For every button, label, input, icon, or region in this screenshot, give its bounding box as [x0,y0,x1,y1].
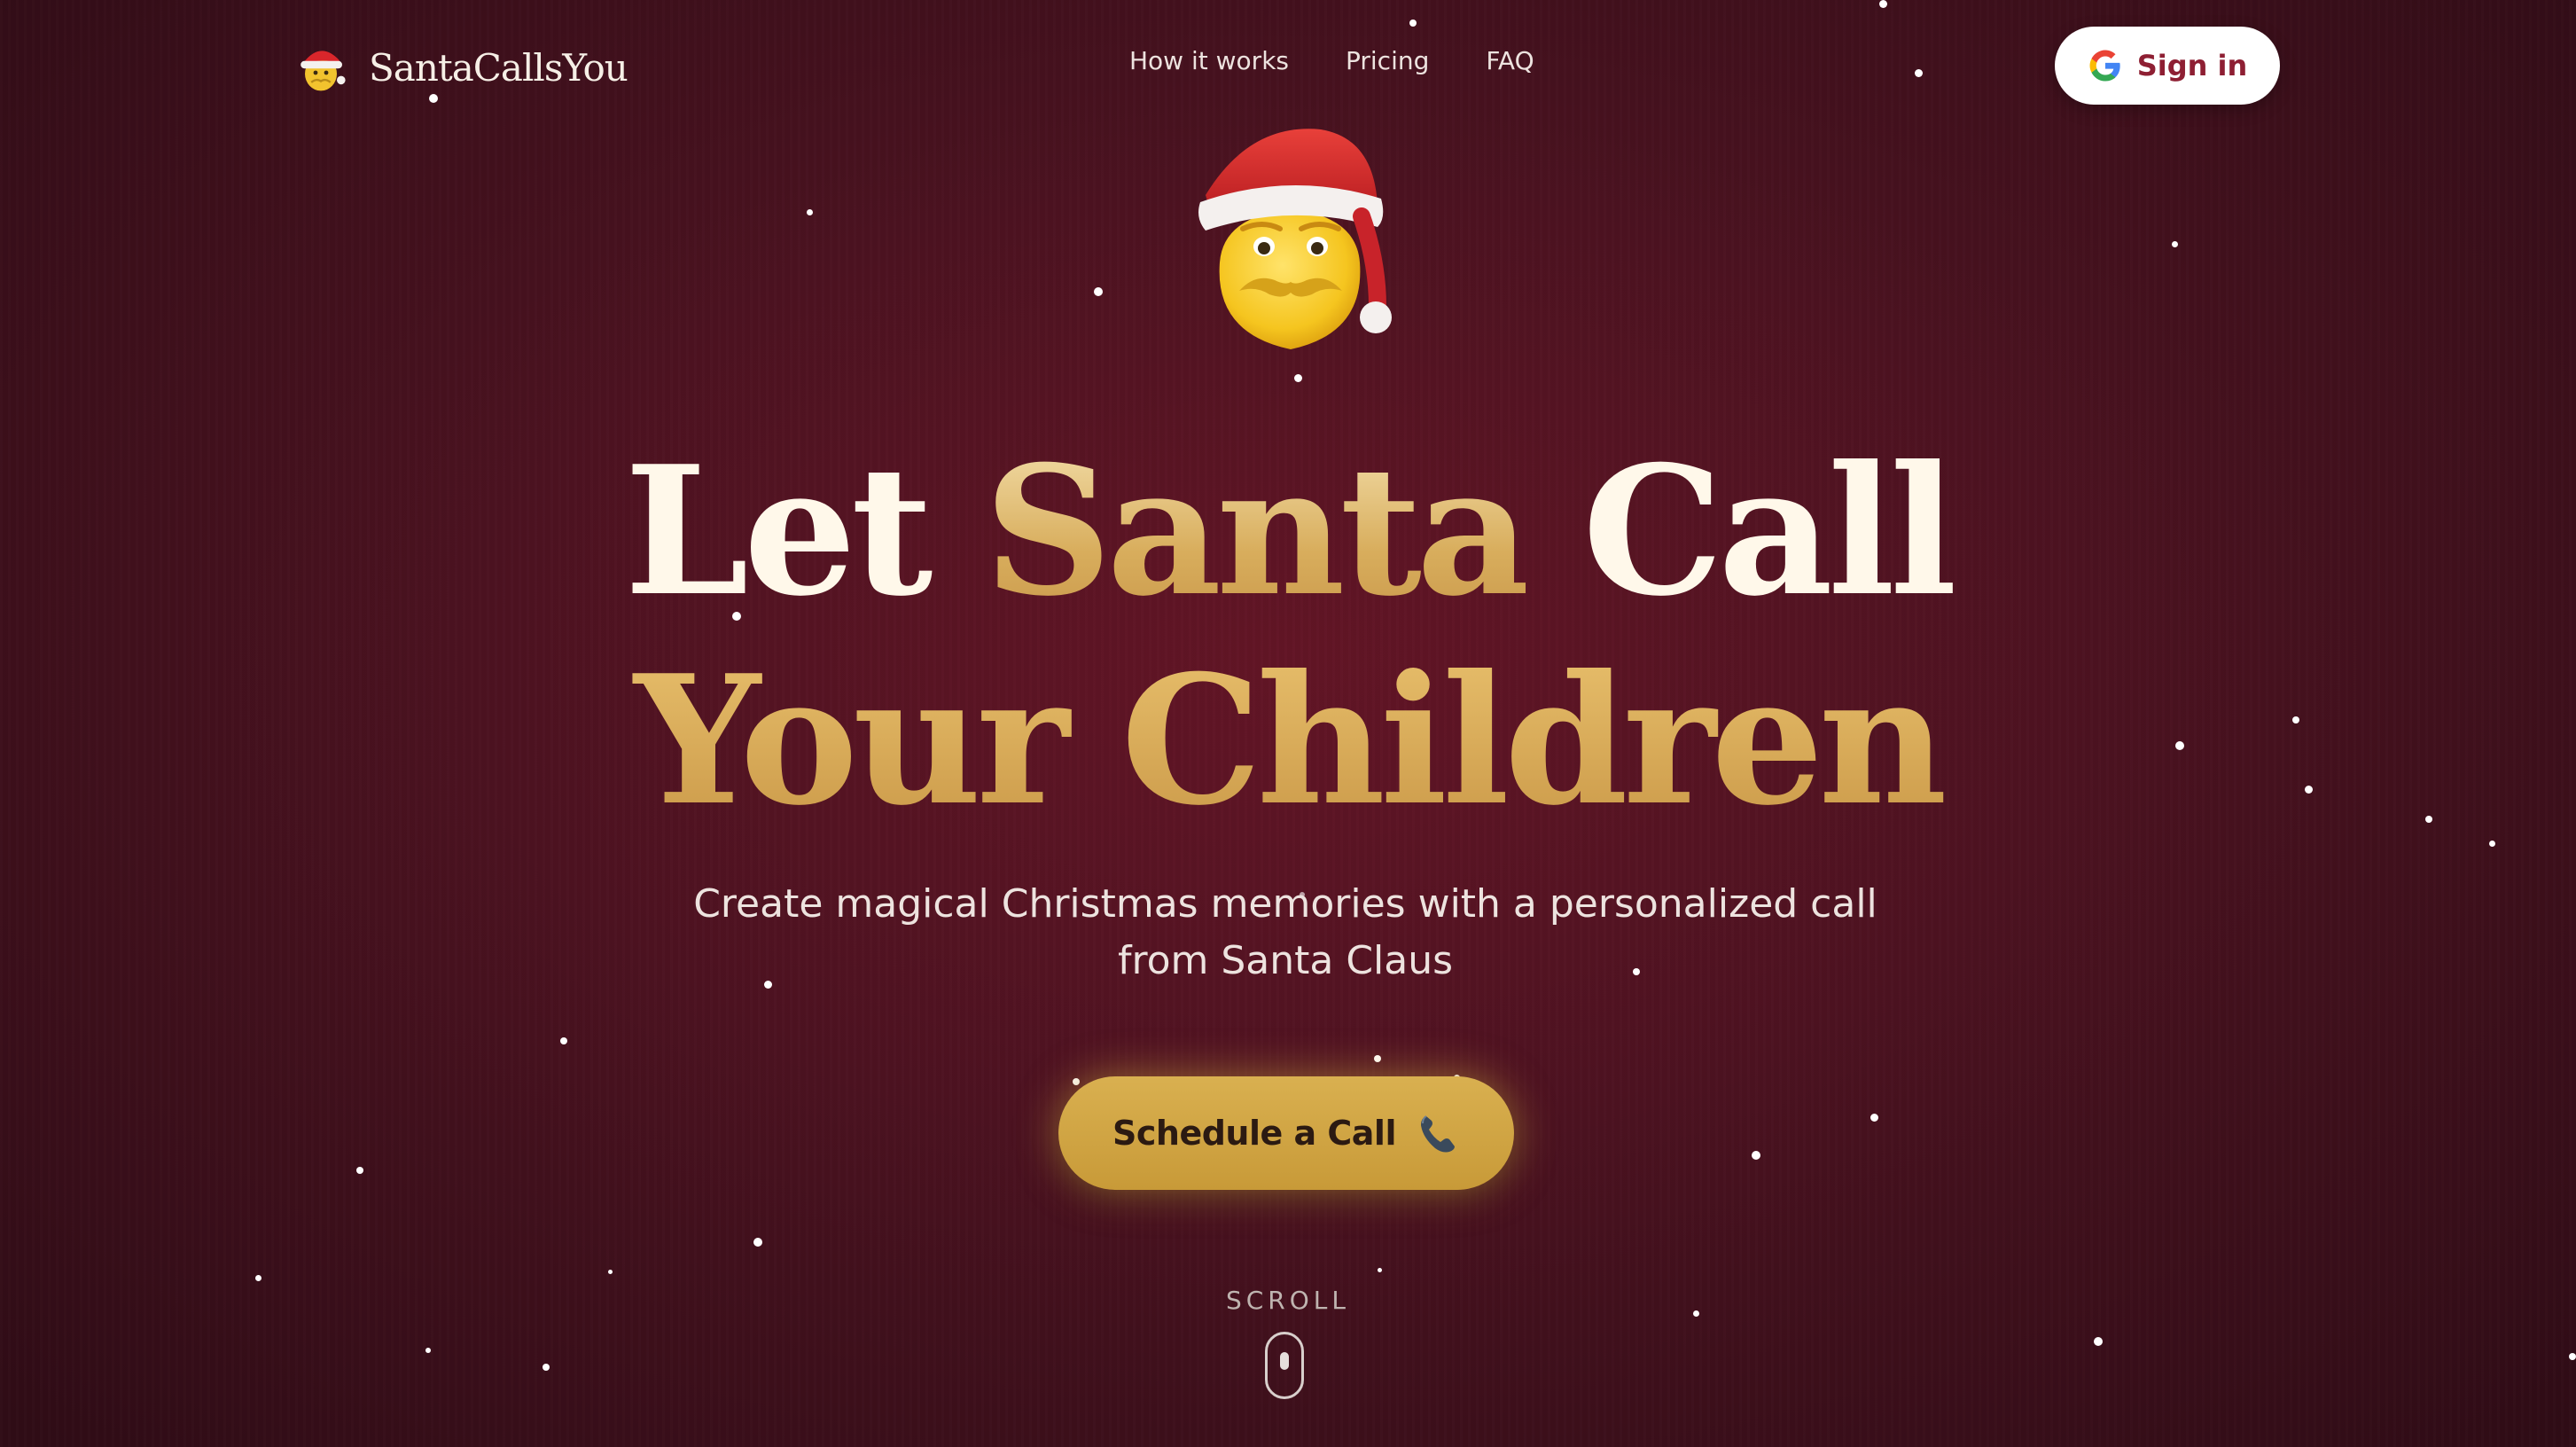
hero-subtitle: Create magical Christmas memories with a… [691,876,1879,989]
headline-call: Call [1526,427,1957,636]
snowflake [356,1167,363,1174]
snowflake [1915,69,1923,77]
schedule-call-label: Schedule a Call [1112,1114,1396,1153]
mouse-wheel [1280,1352,1289,1370]
snowflake [2569,1353,2576,1360]
nav-link-pricing[interactable]: Pricing [1346,46,1429,75]
snowflake [1752,1151,1760,1160]
sign-in-button[interactable]: Sign in [2055,27,2280,105]
snowflake [807,209,813,215]
headline-line-2: Your Children [0,653,2576,830]
brand-name: SantaCallsYou [369,45,628,90]
headline-let: Let [624,427,985,636]
headline-santa: Santa [984,427,1531,636]
snowflake [1374,1055,1381,1062]
nav-link-how-it-works[interactable]: How it works [1129,46,1289,75]
scroll-hint-label: SCROLL [1225,1286,1351,1315]
telephone-receiver-icon [1420,1115,1455,1153]
sign-in-label: Sign in [2136,49,2248,82]
santa-face-icon [301,51,346,91]
snowflake [753,1238,762,1247]
snowflake [1879,0,1887,8]
snowflake [2489,841,2495,847]
snowflake [1378,1268,1382,1272]
snowflake [1409,20,1417,27]
brand-logo[interactable]: SantaCallsYou [294,35,628,99]
snowflake [543,1364,550,1371]
google-g-icon [2089,50,2120,82]
mouse-scroll-icon [1265,1332,1304,1399]
snowflake [255,1275,262,1281]
santa-face-icon [1198,129,1392,349]
hero-subtitle-line-1: Create magical Christmas memories with a… [693,881,1877,927]
snowflake [1870,1114,1878,1122]
snowflake [2172,241,2178,247]
headline-line-1: Let Santa Call [0,443,2576,621]
hero-subtitle-line-2: from Santa Claus [1117,938,1454,983]
snowflake [560,1037,567,1044]
main-nav: How it works Pricing FAQ [1129,46,1534,75]
snowflake [608,1270,613,1274]
snowflake [2094,1337,2103,1346]
schedule-call-button[interactable]: Schedule a Call [1058,1076,1514,1190]
snowflake [1073,1078,1080,1085]
snowflake [425,1348,431,1353]
snowflake [1094,287,1103,296]
nav-link-faq[interactable]: FAQ [1486,46,1534,75]
snowflake [1294,374,1302,382]
